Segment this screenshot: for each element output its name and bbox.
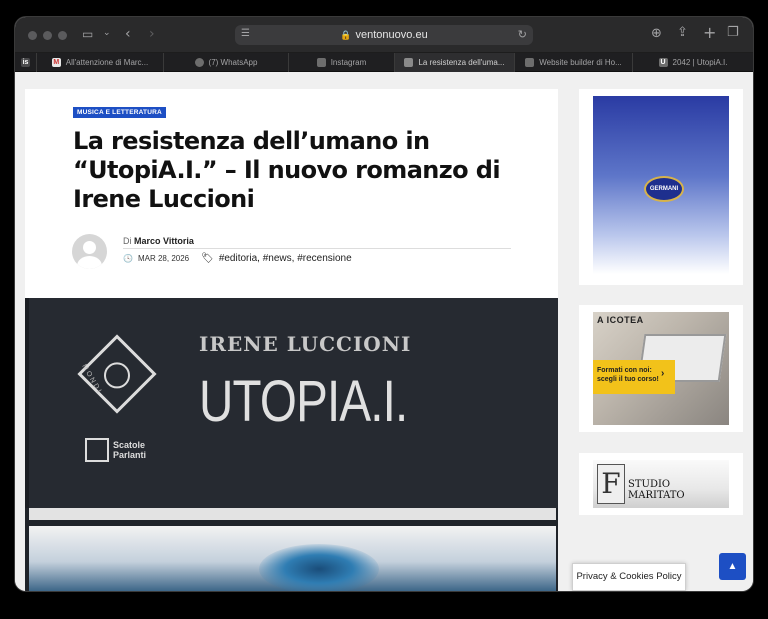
tab-label: (7) WhatsApp xyxy=(208,58,258,67)
tab-label: La resistenza dell'uma... xyxy=(418,58,505,67)
back-icon[interactable]: ‹ xyxy=(125,27,131,41)
article-title: La resistenza dell’umano in “UtopiA.I.” … xyxy=(73,127,501,213)
lock-icon: 🔒 xyxy=(340,30,352,40)
book-cover-image: MONDI Scatole Parlanti IRENE LUCCIONI UT… xyxy=(25,298,558,591)
maritato-initial: F xyxy=(597,464,625,504)
germani-ad-image: GERMANI xyxy=(593,96,729,274)
browser-window: ▭ ⌄ ‹ › ☰ 🔒 ventonuovo.eu ↻ ⊕ ⇪ + ❐ is MA… xyxy=(15,17,753,591)
title-bar: ▭ ⌄ ‹ › ☰ 🔒 ventonuovo.eu ↻ ⊕ ⇪ + ❐ xyxy=(15,17,753,53)
tab-bar: is M All'attenzione di Marc... (7) WhatsA… xyxy=(15,53,753,72)
cover-art xyxy=(259,544,379,591)
publish-date: MAR 28, 2026 xyxy=(137,254,190,263)
author-avatar[interactable] xyxy=(72,234,107,269)
zoom-window-button[interactable] xyxy=(58,31,67,40)
cover-stripe xyxy=(29,508,556,520)
tab-label: Instagram xyxy=(330,58,367,67)
chevron-right-icon: › xyxy=(661,368,665,379)
cover-title: UTOPIA.I. xyxy=(199,369,408,434)
tab-label: Website builder di Ho... xyxy=(539,58,622,67)
cover-bottom xyxy=(29,526,556,591)
is-favicon-icon: is xyxy=(21,58,30,67)
utopia-icon: U xyxy=(658,58,668,67)
tab-hostinger[interactable]: Website builder di Ho... xyxy=(515,53,633,72)
icotea-brand: A ICOTEA xyxy=(597,315,644,325)
new-tab-icon[interactable]: + xyxy=(703,25,716,41)
cover-top: MONDI Scatole Parlanti IRENE LUCCIONI UT… xyxy=(25,298,558,508)
article-header: MUSICA E LETTERATURA La resistenza dell’… xyxy=(25,89,558,298)
sidebar-toggle-icon[interactable]: ▭ xyxy=(82,28,93,40)
maritato-brand: STUDIO MARITATO xyxy=(628,479,685,501)
maritato-ad-image: F STUDIO MARITATO xyxy=(593,460,729,508)
tab-whatsapp[interactable]: (7) WhatsApp xyxy=(164,53,289,72)
tab-label: 2042 | UtopiA.I. xyxy=(672,58,728,67)
ventonuovo-icon xyxy=(404,58,414,67)
whatsapp-icon xyxy=(194,58,204,67)
reload-icon[interactable]: ↻ xyxy=(518,29,527,40)
sidebar-ad-maritato[interactable]: F STUDIO MARITATO xyxy=(579,453,743,515)
cover-author: IRENE LUCCIONI xyxy=(199,332,412,356)
tab-instagram[interactable]: Instagram xyxy=(289,53,395,72)
sidebar-ad-icotea[interactable]: A ICOTEA Formati con noi: scegli il tuo … xyxy=(579,305,743,432)
scroll-to-top-button[interactable]: ▲ xyxy=(719,553,746,580)
forward-icon[interactable]: › xyxy=(149,27,155,41)
tag-icon: 🏷 xyxy=(201,253,214,264)
hostinger-icon xyxy=(525,58,535,67)
web-page: MUSICA E LETTERATURA La resistenza dell’… xyxy=(15,72,753,591)
cta-text: Formati con noi: scegli il tuo corso! xyxy=(597,367,659,383)
germani-seal: GERMANI xyxy=(644,176,684,202)
box-logo-icon xyxy=(85,438,109,462)
tab-label: All'attenzione di Marc... xyxy=(65,58,149,67)
icotea-ad-image: A ICOTEA Formati con noi: scegli il tuo … xyxy=(593,312,729,425)
tag-links[interactable]: #editoria, #news, #recensione xyxy=(219,253,352,264)
clock-icon: 🕓 xyxy=(123,254,133,263)
by-prefix: Di xyxy=(123,236,132,246)
gmail-icon: M xyxy=(51,58,61,67)
share-icon[interactable]: ⇪ xyxy=(677,26,688,39)
sidebar-ad-germani[interactable]: GERMANI xyxy=(579,89,743,285)
byline: Di Marco Vittoria xyxy=(123,236,511,249)
author-link[interactable]: Marco Vittoria xyxy=(134,236,194,246)
cookie-policy-button[interactable]: Privacy & Cookies Policy xyxy=(572,563,686,591)
instagram-icon xyxy=(316,58,326,67)
url-text: ventonuovo.eu xyxy=(355,29,428,41)
address-bar[interactable]: ☰ 🔒 ventonuovo.eu ↻ xyxy=(235,25,533,45)
category-badge[interactable]: MUSICA E LETTERATURA xyxy=(73,107,166,118)
tab-overview-icon[interactable]: ❐ xyxy=(727,26,739,39)
tab-utopia[interactable]: U 2042 | UtopiA.I. xyxy=(633,53,753,72)
download-icon[interactable]: ⊕ xyxy=(651,27,662,40)
chevron-down-icon[interactable]: ⌄ xyxy=(103,29,111,38)
chevron-up-icon: ▲ xyxy=(727,561,738,572)
page-menu-icon[interactable]: ☰ xyxy=(241,29,250,39)
article-meta: 🕓 MAR 28, 2026 🏷 #editoria, #news, #rece… xyxy=(123,253,352,264)
tab-ventonuovo[interactable]: La resistenza dell'uma... xyxy=(395,53,515,72)
tab-gmail[interactable]: M All'attenzione di Marc... xyxy=(37,53,164,72)
close-window-button[interactable] xyxy=(28,31,37,40)
tab-pinned[interactable]: is xyxy=(15,53,37,72)
imprint-name: Scatole Parlanti xyxy=(113,440,147,460)
minimize-window-button[interactable] xyxy=(43,31,52,40)
